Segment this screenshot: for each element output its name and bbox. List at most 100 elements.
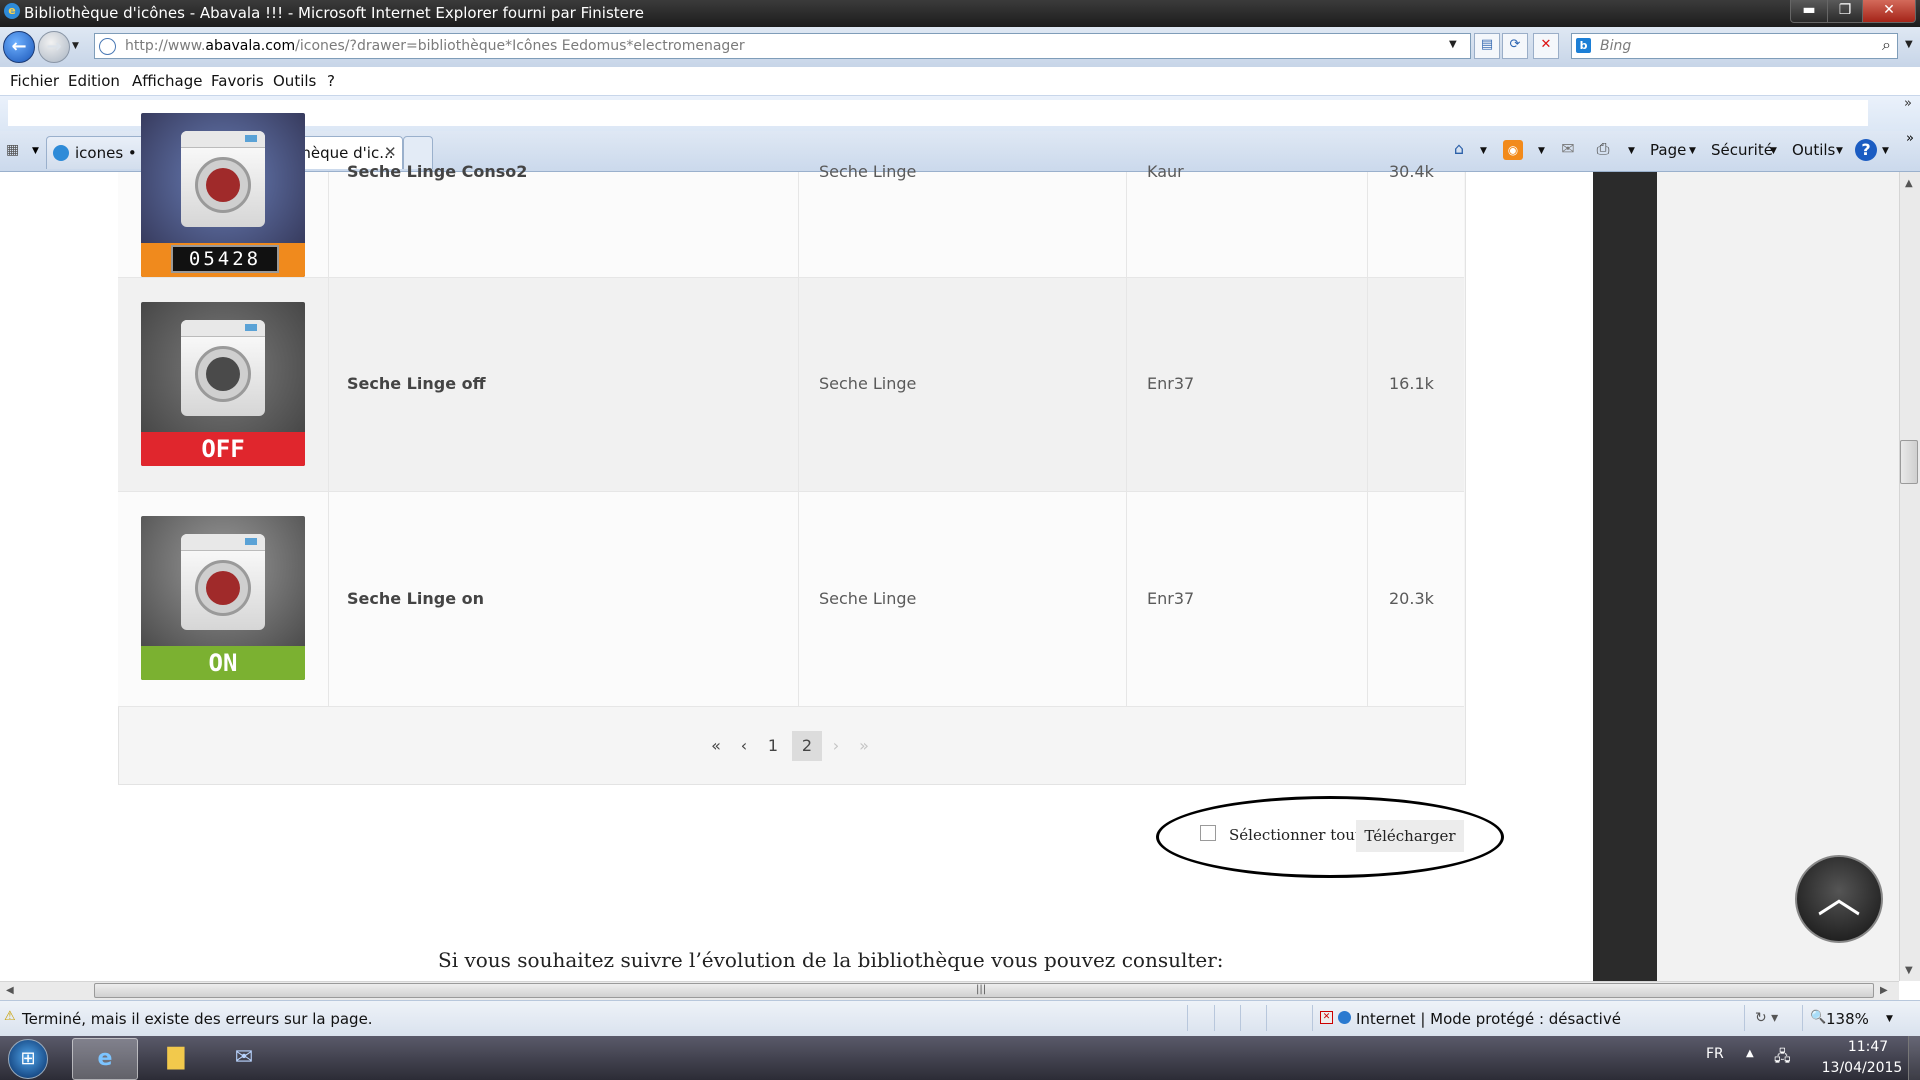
home-icon[interactable]: ⌂ [1447,138,1471,160]
compatibility-view-icon[interactable]: ▤ [1474,33,1500,59]
icon-author: Enr37 [1147,374,1195,393]
table-row[interactable]: ON Seche Linge on Seche Linge Enr37 20.3… [118,491,1464,707]
pagination-prev[interactable]: ‹ [732,731,756,761]
history-dropdown-icon[interactable]: ▼ [72,41,79,51]
taskbar-ie-icon[interactable]: e [72,1038,138,1080]
icon-thumbnail[interactable]: OFF [141,302,305,466]
table-row[interactable]: 05428 Seche Linge Conso2 Seche Linge Kau… [118,113,1464,277]
window-title-bar: e Bibliothèque d'icônes - Abavala !!! - … [0,0,1920,27]
page-dropdown-icon[interactable]: ▼ [1689,146,1696,156]
author-cell: Enr37 [1126,492,1368,707]
search-input[interactable]: b Bing ⌕ [1571,33,1898,59]
show-hidden-icons-icon[interactable]: ▲ [1746,1048,1754,1059]
zoom-dropdown-icon[interactable]: ▼ [1886,1014,1893,1024]
tools-menu[interactable]: Outils [1792,141,1835,159]
thumb-cell: OFF [118,278,329,492]
menu-favoris[interactable]: Favoris [211,72,264,90]
pagination-next: › [832,736,840,755]
menu-help[interactable]: ? [327,72,335,90]
zoom-level[interactable]: 138% [1826,1010,1869,1028]
accelerators-icon[interactable]: ↻ ▾ [1755,1010,1778,1026]
forward-button[interactable]: → [38,31,70,63]
mail-icon[interactable]: ✉ [1556,138,1580,160]
menu-fichier[interactable]: Fichier [10,72,59,90]
back-button[interactable]: ← [3,31,35,63]
language-indicator[interactable]: FR [1706,1046,1724,1062]
chevron-icon[interactable]: » [1904,96,1912,111]
clock-date[interactable]: 13/04/2015 [1812,1060,1912,1076]
pagination-page-2[interactable]: 2 [792,731,822,761]
url-text[interactable]: http://www.abavala.com/icones/?drawer=bi… [125,38,745,54]
menu-bar: Fichier Edition Affichage Favoris Outils… [0,67,1920,96]
icon-size: 30.4k [1389,162,1434,181]
security-zone[interactable]: Internet | Mode protégé : désactivé [1356,1010,1621,1028]
print-dropdown-icon[interactable]: ▼ [1628,146,1635,156]
network-icon[interactable]: 🖧 [1774,1046,1791,1071]
status-separator [1240,1005,1241,1031]
category-cell: Seche Linge [798,278,1127,492]
scroll-to-top-button[interactable]: ︿ [1795,855,1883,943]
scroll-right-icon[interactable]: ▶ [1880,985,1888,996]
refresh-icon[interactable]: ⟳ [1502,33,1528,59]
warning-icon[interactable]: ⚠ [4,1009,16,1024]
pagination-page-1[interactable]: 1 [758,731,788,761]
vertical-scroll-thumb[interactable] [1900,440,1918,484]
pagination-first[interactable]: « [703,731,729,761]
menu-edition[interactable]: Edition [68,72,120,90]
size-cell: 20.3k [1367,492,1464,707]
popup-blocked-icon[interactable]: ✕ [1320,1011,1333,1024]
taskbar-explorer-icon[interactable]: ▇ [144,1038,208,1078]
tools-dropdown-icon[interactable]: ▼ [1836,146,1843,156]
zoom-icon[interactable]: 🔍 [1810,1010,1826,1025]
minimize-button[interactable]: ▬ [1790,0,1828,23]
status-message[interactable]: Terminé, mais il existe des erreurs sur … [22,1010,373,1028]
table-row[interactable]: OFF Seche Linge off Seche Linge Enr37 16… [118,277,1464,492]
help-icon[interactable]: ? [1855,139,1877,161]
icon-size: 20.3k [1389,589,1434,608]
print-icon[interactable]: ⎙ [1591,138,1615,160]
icon-thumbnail[interactable]: 05428 [141,113,305,277]
close-tab-icon[interactable]: ✕ [384,143,397,161]
quick-tabs-icon[interactable]: ▦ [6,142,26,162]
address-bar-row: ← → ▼ http://www.abavala.com/icones/?dra… [0,27,1920,67]
stop-icon[interactable]: ✕ [1533,33,1559,59]
icon-thumbnail[interactable]: ON [141,516,305,680]
menu-affichage[interactable]: Affichage [132,72,202,90]
tab-list-dropdown-icon[interactable]: ▼ [32,146,39,156]
download-button[interactable]: Télécharger [1356,820,1464,852]
status-label: OFF [141,432,305,466]
dryer-glass [206,571,240,605]
address-dropdown-icon[interactable]: ▼ [1449,39,1457,50]
maximize-button[interactable]: ❐ [1827,0,1863,23]
icon-name[interactable]: Seche Linge on [347,589,484,608]
select-all-label[interactable]: Sélectionner tout [1229,826,1361,844]
vertical-scrollbar[interactable]: ▲ ▼ [1899,172,1920,981]
icon-name[interactable]: Seche Linge Conso2 [347,162,527,181]
show-desktop-button[interactable] [1908,1036,1920,1080]
close-window-button[interactable]: ✕ [1862,0,1916,23]
help-dropdown-icon[interactable]: ▼ [1882,146,1889,156]
search-icon[interactable]: ⌕ [1882,35,1891,55]
security-menu[interactable]: Sécurité [1711,141,1773,159]
start-button[interactable]: ⊞ [8,1039,48,1079]
page-menu[interactable]: Page [1650,141,1686,159]
command-bar-chevron-icon[interactable]: » [1906,131,1914,146]
security-dropdown-icon[interactable]: ▼ [1770,146,1777,156]
home-dropdown-icon[interactable]: ▼ [1480,146,1487,156]
scroll-down-icon[interactable]: ▼ [1905,965,1913,976]
address-input[interactable]: http://www.abavala.com/icones/?drawer=bi… [94,33,1471,59]
select-all-checkbox[interactable] [1200,825,1216,841]
ie-page-icon [53,145,69,161]
status-separator [1312,1005,1313,1031]
clock-time[interactable]: 11:47 [1838,1039,1898,1055]
scroll-up-icon[interactable]: ▲ [1905,178,1913,189]
taskbar-mail-icon[interactable]: ✉ [212,1038,276,1078]
feeds-icon[interactable]: ◉ [1503,140,1523,160]
scroll-grip-icon: ||| [976,984,987,995]
icon-name[interactable]: Seche Linge off [347,374,486,393]
menu-outils[interactable]: Outils [273,72,316,90]
scroll-left-icon[interactable]: ◀ [6,985,14,996]
search-options-dropdown-icon[interactable]: ▼ [1905,39,1913,50]
feeds-dropdown-icon[interactable]: ▼ [1538,146,1545,156]
internet-zone-icon [1338,1011,1351,1024]
